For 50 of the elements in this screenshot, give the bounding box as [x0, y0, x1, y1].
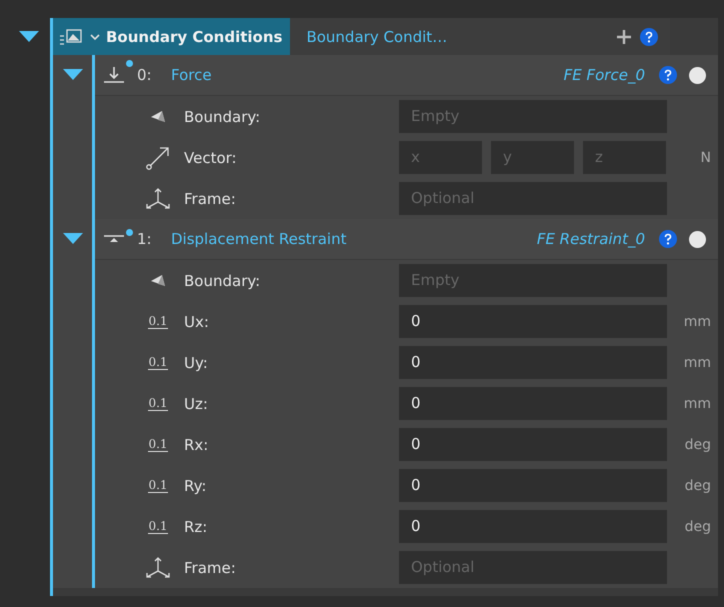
field-label: Boundary: [184, 108, 262, 126]
folder-list-icon [58, 26, 84, 46]
add-icon[interactable] [616, 28, 632, 44]
item-title[interactable]: Force [171, 66, 564, 84]
item-title[interactable]: Displacement Restraint [171, 230, 537, 248]
field-label: Frame: [184, 190, 237, 208]
unit-label: mm [682, 396, 712, 412]
help-icon[interactable] [659, 230, 677, 248]
input-field[interactable]: 0 [399, 305, 667, 338]
axes-icon [144, 556, 172, 580]
field-label: Ry: [184, 476, 208, 494]
field-label: Rx: [184, 436, 210, 454]
help-icon[interactable] [659, 66, 677, 84]
field-label: Vector: [184, 148, 238, 166]
input-field[interactable]: 0 [399, 428, 667, 461]
input-field[interactable]: 0 [399, 387, 667, 420]
unit-label: mm [682, 354, 712, 370]
input-field[interactable]: 0 [399, 469, 667, 502]
down-arrow-icon [103, 66, 125, 84]
unit-label: mm [682, 314, 712, 330]
axes-icon [144, 186, 172, 210]
collapse-arrow-icon[interactable] [62, 69, 82, 81]
item-index: 1: [137, 230, 153, 248]
collapse-arrow-icon[interactable] [62, 233, 82, 245]
arrow-icon [145, 144, 171, 170]
input-field[interactable]: 0 [399, 346, 667, 379]
chevron-icon[interactable] [90, 32, 100, 40]
group-name[interactable]: Boundary Condit… [306, 28, 616, 46]
field-label: Uy: [184, 354, 209, 372]
unit-label: deg [684, 518, 712, 534]
support-icon [103, 235, 125, 243]
cone-icon [149, 272, 167, 288]
collapse-arrow-icon[interactable] [19, 31, 39, 43]
field-label: Frame: [184, 558, 237, 576]
field-label: Ux: [184, 312, 210, 330]
item-index: 0: [137, 66, 153, 84]
unit-label: deg [684, 436, 712, 452]
unit-label: N [700, 150, 712, 166]
item-name[interactable]: FE Force_0 [564, 66, 645, 84]
field-label: Uz: [184, 394, 209, 412]
cone-icon [149, 108, 167, 124]
toggle-dot[interactable] [689, 230, 706, 248]
input-field[interactable]: 0 [399, 510, 667, 543]
field-label: Boundary: [184, 272, 262, 290]
toggle-dot[interactable] [689, 66, 706, 84]
field-label: Rz: [184, 518, 208, 536]
help-icon[interactable] [640, 28, 658, 46]
group-title: Boundary Conditions [106, 28, 282, 46]
unit-label: deg [684, 478, 712, 494]
item-name[interactable]: FE Restraint_0 [536, 230, 645, 248]
